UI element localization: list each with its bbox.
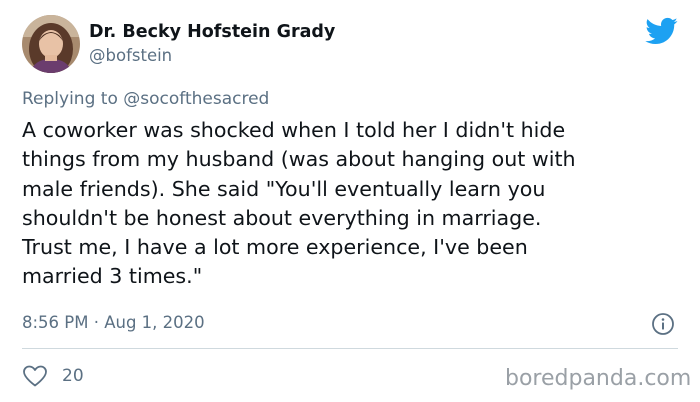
twitter-bird-icon[interactable]: [644, 16, 678, 46]
avatar[interactable]: [22, 15, 80, 73]
replying-to-label: Replying to: [22, 89, 118, 109]
like-count: 20: [62, 366, 84, 386]
watermark: boredpanda.com: [505, 366, 692, 391]
reply-mention-link[interactable]: @socofthesacred: [123, 89, 269, 109]
tweet-text: A coworker was shocked when I told her I…: [22, 118, 576, 289]
tweet-timestamp[interactable]: 8:56 PM · Aug 1, 2020: [22, 311, 205, 335]
avatar-photo: [22, 15, 80, 73]
heart-icon: [23, 365, 47, 387]
replying-to: Replying to @socofthesacred: [22, 87, 269, 111]
info-icon[interactable]: [651, 312, 675, 336]
like-button[interactable]: 20: [22, 363, 84, 389]
display-name[interactable]: Dr. Becky Hofstein Grady: [89, 20, 335, 44]
divider: [22, 348, 678, 349]
user-handle[interactable]: @bofstein: [89, 45, 172, 67]
